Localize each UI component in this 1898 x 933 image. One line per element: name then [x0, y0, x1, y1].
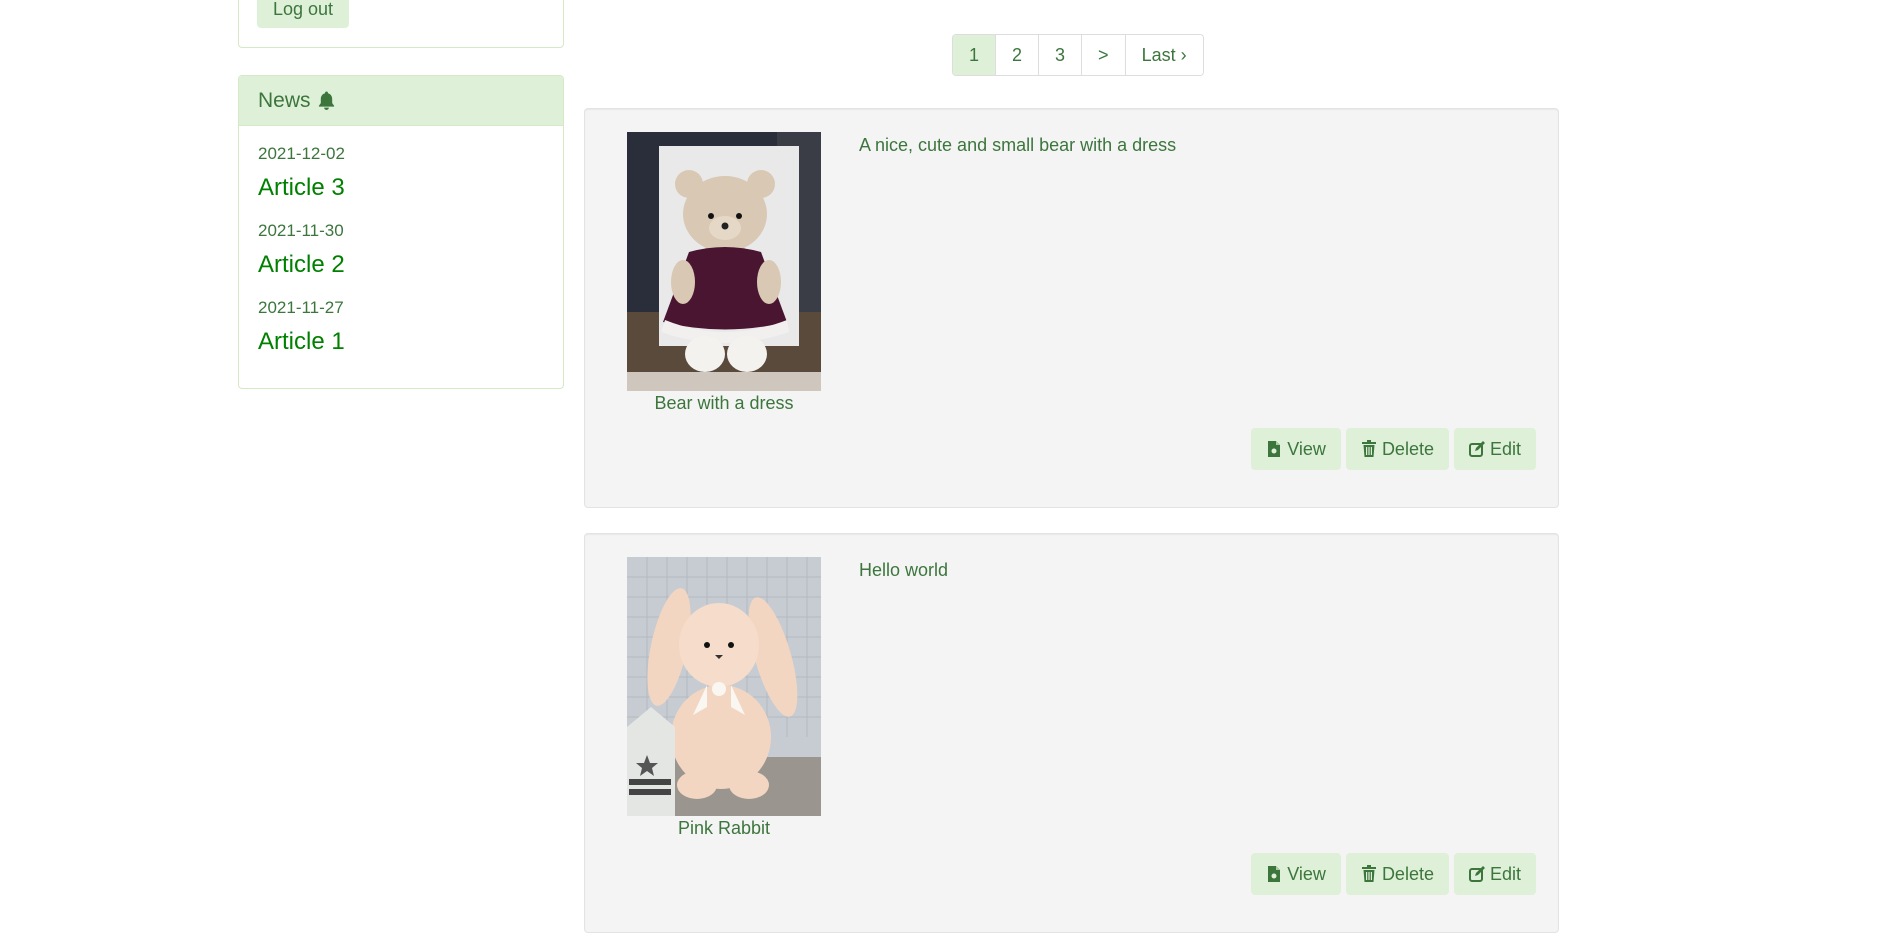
pagination: 1 2 3 > Last › [952, 34, 1204, 76]
product-name: Pink Rabbit [677, 818, 771, 838]
account-panel: Log out [238, 0, 564, 48]
page-link-1[interactable]: 1 [953, 35, 996, 75]
view-button-label: View [1287, 863, 1326, 884]
news-article-link[interactable]: Article 2 [258, 251, 544, 279]
news-list: 2021-12-02 Article 3 2021-11-30 Article … [239, 126, 563, 356]
product-description: Hello world [859, 560, 949, 580]
bell-icon [317, 90, 336, 111]
news-panel-heading: News [239, 76, 563, 126]
page-link-3[interactable]: 3 [1038, 35, 1082, 75]
page-link-last[interactable]: Last › [1124, 35, 1203, 75]
bear-photo-icon[interactable] [627, 132, 821, 391]
trash-icon [1361, 865, 1377, 883]
rabbit-photo-icon[interactable] [627, 557, 821, 816]
product-card: Pink Rabbit Hello world View Delete Edit [584, 533, 1559, 933]
product-actions: View Delete Edit [1251, 428, 1536, 470]
edit-button-label: Edit [1489, 863, 1521, 884]
edit-button[interactable]: Edit [1453, 853, 1536, 895]
product-card: Bear with a dress A nice, cute and small… [584, 108, 1559, 508]
delete-button-label: Delete [1381, 438, 1434, 459]
view-button[interactable]: View [1251, 428, 1341, 470]
edit-button-label: Edit [1489, 438, 1521, 459]
news-date: 2021-12-02 [258, 144, 345, 163]
edit-button[interactable]: Edit [1453, 428, 1536, 470]
news-article-link[interactable]: Article 1 [258, 328, 544, 356]
page-link-next[interactable]: > [1081, 35, 1125, 75]
view-button[interactable]: View [1251, 853, 1341, 895]
trash-icon [1361, 440, 1377, 458]
product-description: A nice, cute and small bear with a dress [859, 135, 1177, 155]
file-view-icon [1266, 440, 1282, 458]
edit-icon [1468, 440, 1485, 458]
view-button-label: View [1287, 438, 1326, 459]
news-panel: News 2021-12-02 Article 3 2021-11-30 Art… [238, 75, 564, 389]
news-date: 2021-11-27 [258, 298, 344, 317]
news-panel-title: News [258, 88, 311, 112]
file-view-icon [1266, 865, 1282, 883]
delete-button-label: Delete [1381, 863, 1434, 884]
news-article-link[interactable]: Article 3 [258, 174, 544, 202]
edit-icon [1468, 865, 1485, 883]
delete-button[interactable]: Delete [1345, 428, 1449, 470]
delete-button[interactable]: Delete [1345, 853, 1449, 895]
page-link-2[interactable]: 2 [995, 35, 1039, 75]
logout-button[interactable]: Log out [257, 0, 350, 28]
product-actions: View Delete Edit [1251, 853, 1536, 895]
news-date: 2021-11-30 [258, 221, 344, 240]
product-name: Bear with a dress [654, 393, 794, 413]
